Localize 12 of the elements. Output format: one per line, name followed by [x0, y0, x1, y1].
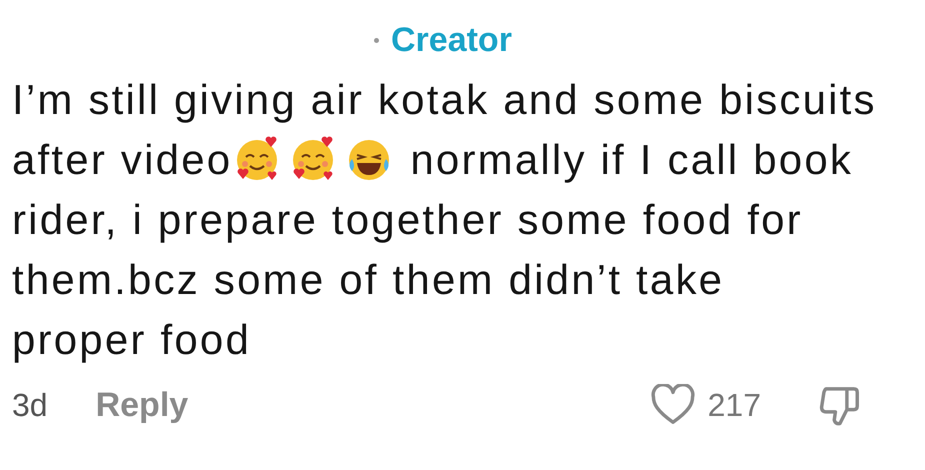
comment-age: 3d [12, 386, 48, 424]
comment-text: I’m still giving air kotak and some biscuits [12, 75, 877, 125]
comment-text: after video [12, 135, 232, 185]
like-count: 217 [708, 386, 761, 424]
comment-text: proper food [12, 315, 252, 365]
comment-text: them.bcz some of them didn’t take [12, 255, 724, 305]
comment-text: rider, i prepare together some food for [12, 195, 803, 245]
reply-button[interactable]: Reply [96, 386, 188, 424]
comment-text: normally if I call book [410, 135, 854, 185]
separator-dot [374, 38, 379, 42]
creator-label: Creator [391, 20, 512, 60]
heart-icon[interactable] [650, 384, 696, 426]
